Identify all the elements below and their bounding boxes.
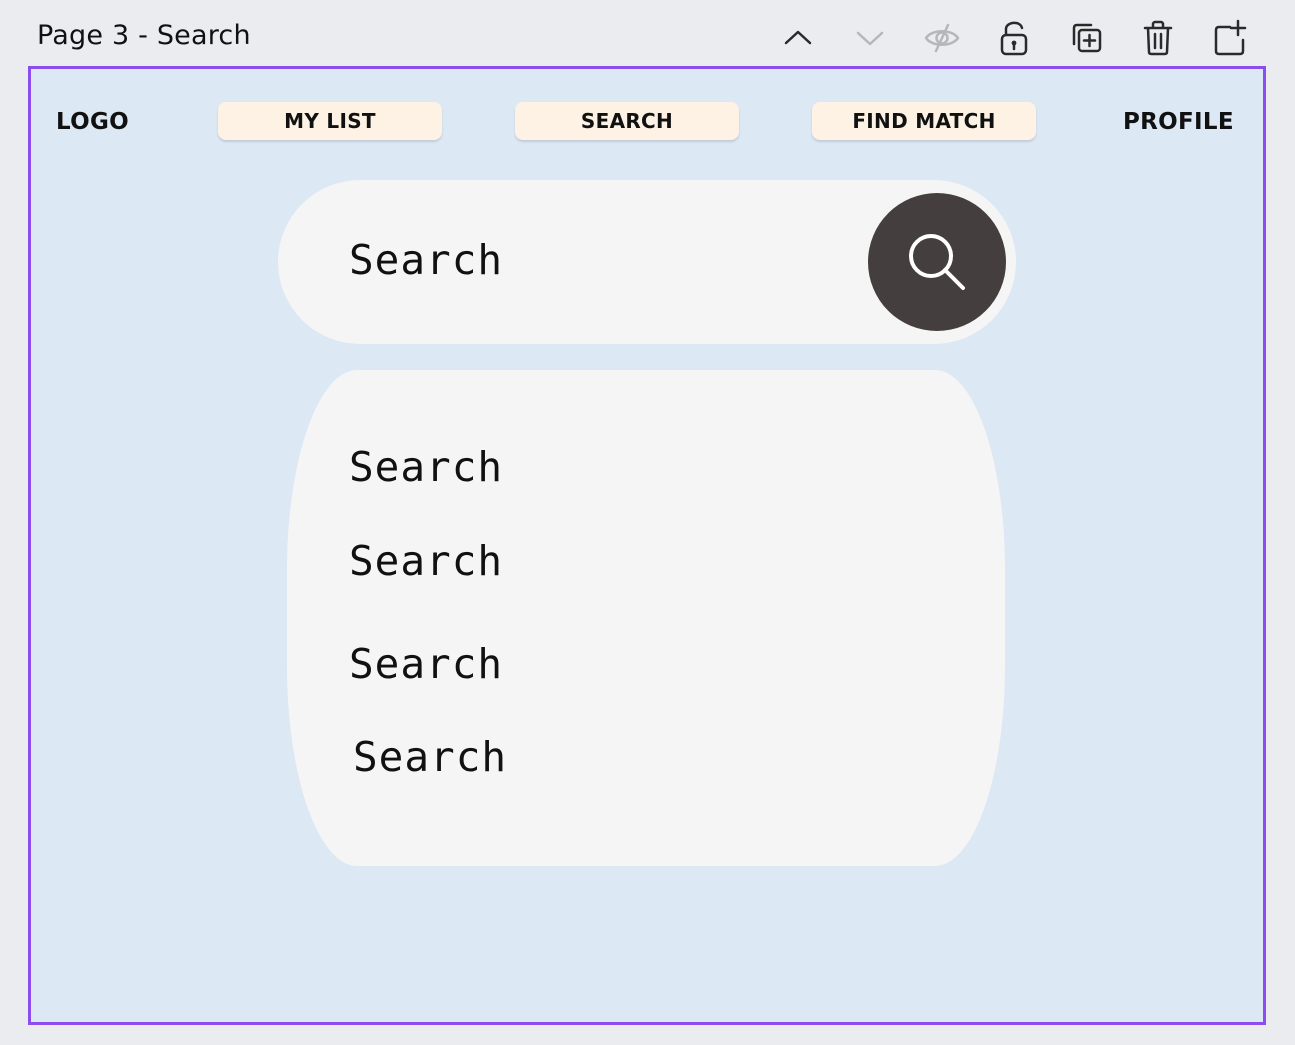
search-input[interactable]: Search xyxy=(349,236,503,284)
move-up-button[interactable] xyxy=(776,16,820,60)
search-bar[interactable]: Search xyxy=(278,180,1016,344)
search-button[interactable] xyxy=(868,193,1006,331)
logo[interactable]: LOGO xyxy=(56,109,129,135)
eye-hidden-icon xyxy=(924,23,960,53)
page-canvas[interactable]: LOGO MY LIST SEARCH FIND MATCH PROFILE S… xyxy=(28,66,1266,1025)
unlock-icon xyxy=(1000,21,1028,56)
nav-search-button[interactable]: SEARCH xyxy=(515,102,739,140)
duplicate-icon xyxy=(1072,23,1102,53)
nav-my-list-button[interactable]: MY LIST xyxy=(218,102,442,140)
nav-profile-link[interactable]: PROFILE xyxy=(1123,109,1234,135)
search-result-item[interactable]: Search xyxy=(349,640,503,688)
search-icon xyxy=(909,234,965,290)
chevron-down-icon xyxy=(856,31,884,46)
hide-button[interactable] xyxy=(920,16,964,60)
search-results-panel: Search Search Search Search xyxy=(287,370,1005,866)
move-down-button[interactable] xyxy=(848,16,892,60)
duplicate-button[interactable] xyxy=(1064,16,1108,60)
unlock-button[interactable] xyxy=(992,16,1036,60)
nav-find-match-button[interactable]: FIND MATCH xyxy=(812,102,1036,140)
add-page-icon xyxy=(1214,19,1247,56)
add-page-button[interactable] xyxy=(1208,16,1252,60)
search-result-item[interactable]: Search xyxy=(353,733,507,781)
trash-icon xyxy=(1143,20,1173,56)
page-toolbar xyxy=(0,16,1295,60)
search-result-item[interactable]: Search xyxy=(349,537,503,585)
search-result-item[interactable]: Search xyxy=(349,443,503,491)
delete-button[interactable] xyxy=(1136,16,1180,60)
chevron-up-icon xyxy=(784,30,812,45)
